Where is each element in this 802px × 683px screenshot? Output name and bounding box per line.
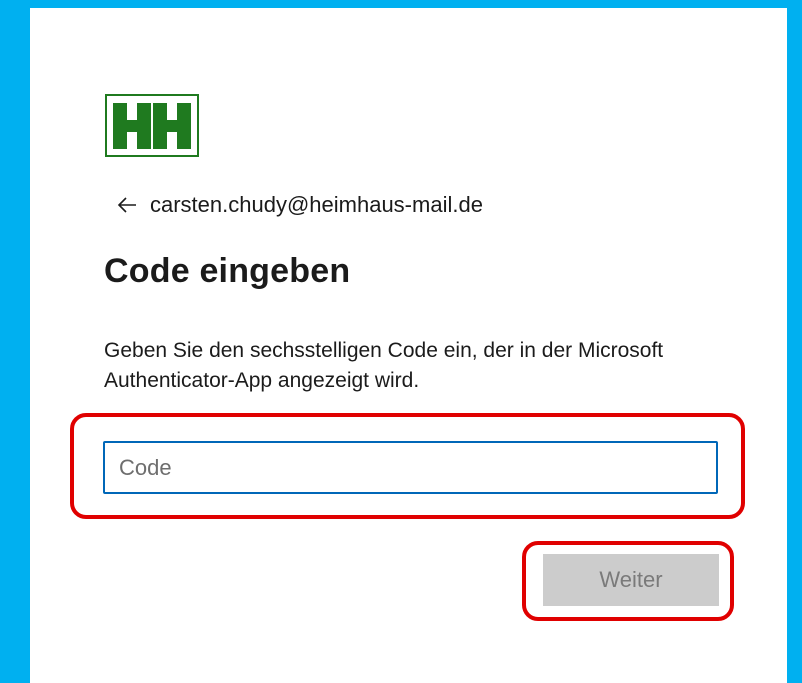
code-input[interactable] — [103, 441, 718, 494]
company-logo — [105, 94, 199, 157]
instruction-text: Geben Sie den sechsstelligen Code ein, d… — [104, 339, 664, 392]
weiter-button[interactable]: Weiter — [543, 554, 719, 606]
account-email: carsten.chudy@heimhaus-mail.de — [150, 192, 483, 217]
account-back-row[interactable]: carsten.chudy@heimhaus-mail.de — [116, 192, 483, 218]
arrow-left-icon[interactable] — [116, 194, 138, 216]
page-title: Code eingeben — [104, 252, 351, 290]
logo-hh-mark — [113, 103, 191, 149]
